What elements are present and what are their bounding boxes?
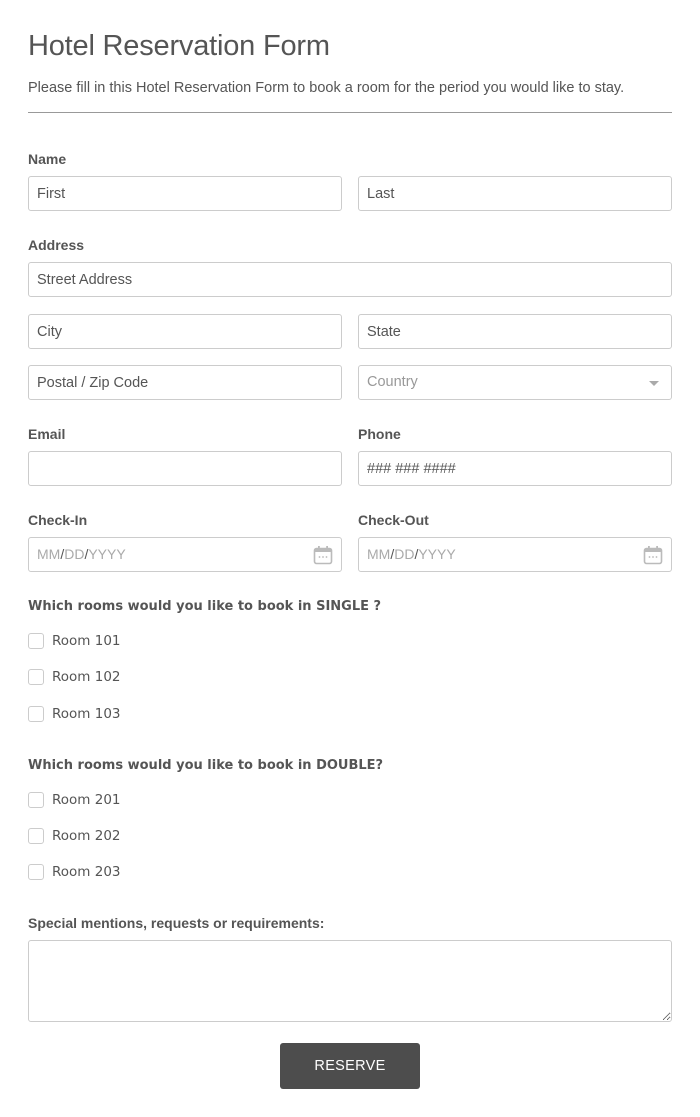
form-description: Please fill in this Hotel Reservation Fo… [28,80,625,96]
chevron-down-icon [649,381,659,386]
header-divider [28,112,672,113]
address-label: Address [28,237,85,253]
double-room-option[interactable]: Room 203 [28,862,121,882]
checkin-date-placeholder: MM/DD/YYYY [37,546,126,562]
email-label: Email [28,426,66,442]
option-label: Room 101 [52,633,121,649]
double-room-option[interactable]: Room 201 [28,790,121,810]
double-room-option[interactable]: Room 202 [28,826,121,846]
checkin-label: Check-In [28,512,88,528]
double-rooms-question: Which rooms would you like to book in DO… [28,758,384,773]
page-title: Hotel Reservation Form [28,30,330,62]
option-label: Room 202 [52,828,121,844]
single-room-option[interactable]: Room 102 [28,667,121,687]
postal-code-input[interactable] [28,365,342,400]
room-103-checkbox[interactable] [28,706,44,722]
checkin-date-input[interactable]: MM/DD/YYYY [28,537,342,572]
room-202-checkbox[interactable] [28,828,44,844]
name-label: Name [28,151,67,167]
special-requests-textarea[interactable] [28,940,672,1022]
calendar-icon[interactable] [643,545,663,565]
room-102-checkbox[interactable] [28,669,44,685]
option-label: Room 103 [52,706,121,722]
state-input[interactable] [358,314,672,349]
last-name-input[interactable] [358,176,672,211]
country-select[interactable]: Country [358,365,672,400]
checkout-label: Check-Out [358,512,429,528]
option-label: Room 203 [52,864,121,880]
single-room-option[interactable]: Room 101 [28,631,121,651]
reserve-button[interactable]: RESERVE [280,1043,420,1089]
checkout-date-input[interactable]: MM/DD/YYYY [358,537,672,572]
phone-input[interactable] [358,451,672,486]
country-select-value: Country [367,374,418,390]
option-label: Room 102 [52,669,121,685]
room-201-checkbox[interactable] [28,792,44,808]
street-address-input[interactable] [28,262,672,297]
room-101-checkbox[interactable] [28,633,44,649]
calendar-icon[interactable] [313,545,333,565]
phone-label: Phone [358,426,401,442]
city-input[interactable] [28,314,342,349]
single-room-option[interactable]: Room 103 [28,704,121,724]
room-203-checkbox[interactable] [28,864,44,880]
first-name-input[interactable] [28,176,342,211]
special-requests-label: Special mentions, requests or requiremen… [28,915,325,931]
single-rooms-question: Which rooms would you like to book in SI… [28,599,382,614]
option-label: Room 201 [52,792,121,808]
email-input[interactable] [28,451,342,486]
checkout-date-placeholder: MM/DD/YYYY [367,546,456,562]
